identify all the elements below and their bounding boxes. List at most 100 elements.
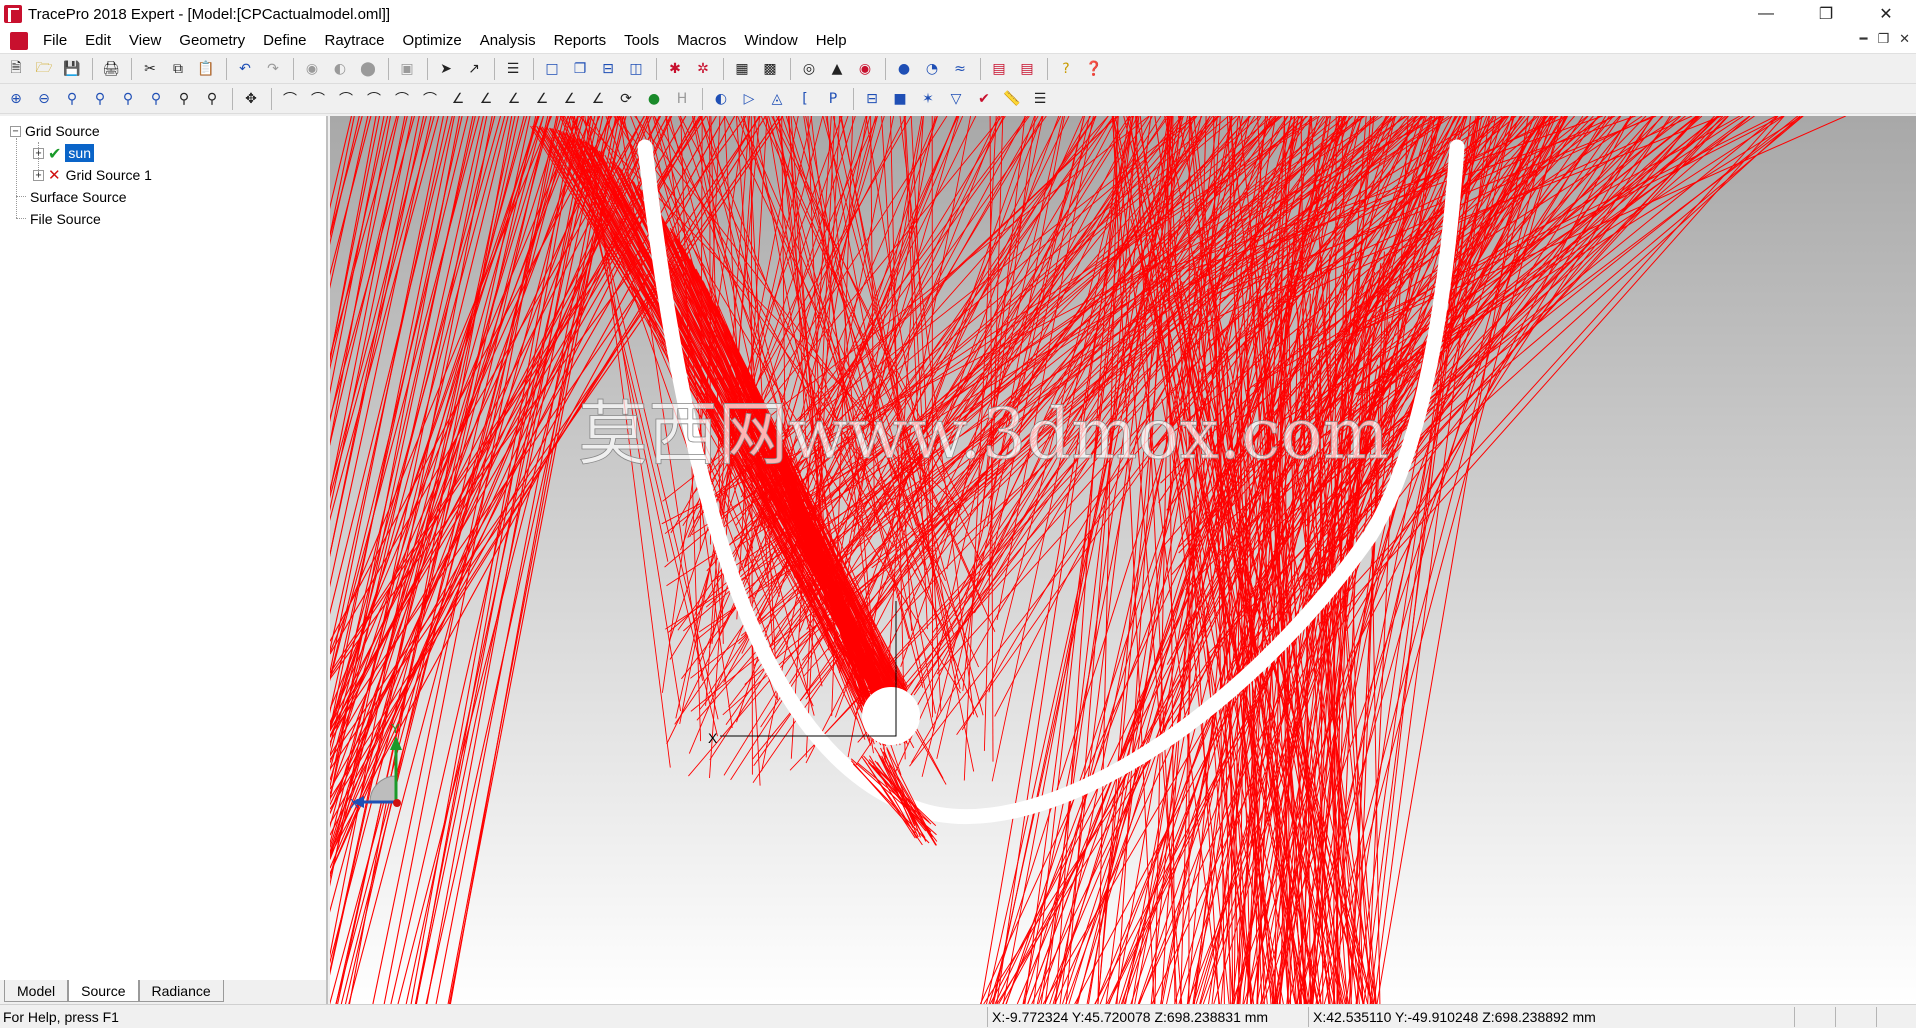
minimize-button[interactable]: — xyxy=(1736,0,1796,28)
new-file-button[interactable]: 🗎 xyxy=(3,57,29,81)
silhouette-button[interactable]: ◐ xyxy=(708,87,734,111)
outline-button[interactable]: ◬ xyxy=(764,87,790,111)
solid-button[interactable]: ■ xyxy=(887,87,913,111)
zoom-out-button[interactable]: ⊖ xyxy=(31,87,57,111)
view-zx-button[interactable]: ⌒ xyxy=(417,87,443,111)
mdi-minimize-icon[interactable]: ━ xyxy=(1860,31,1868,47)
paste-button[interactable]: 📋 xyxy=(193,57,219,81)
tree-node-file-source[interactable]: File Source xyxy=(30,208,101,230)
tree-node-sun[interactable]: + ✔ sun xyxy=(33,142,94,164)
grid-button[interactable]: ▦ xyxy=(729,57,755,81)
zoom-previous-button[interactable]: ⚲ xyxy=(143,87,169,111)
render-button[interactable]: ● xyxy=(641,87,667,111)
menu-reports[interactable]: Reports xyxy=(545,32,616,49)
undo-button[interactable]: ↶ xyxy=(232,57,258,81)
close-button[interactable]: ✕ xyxy=(1856,0,1916,28)
expand-icon[interactable]: + xyxy=(33,169,44,181)
menu-analysis[interactable]: Analysis xyxy=(471,32,545,49)
open-folder-button[interactable]: 🗁 xyxy=(31,57,57,81)
profile-button[interactable]: P xyxy=(820,87,846,111)
boolean-union-button[interactable]: ◉ xyxy=(299,57,325,81)
menu-optimize[interactable]: Optimize xyxy=(394,32,471,49)
mdi-close-icon[interactable]: ✕ xyxy=(1899,31,1910,47)
boolean-intersect-button[interactable]: ⬤ xyxy=(355,57,381,81)
model-viewport[interactable]: X 莫西网www.3dmox.com Y X xyxy=(330,116,1916,1004)
tree-node-grid-source[interactable]: − Grid Source xyxy=(10,120,100,142)
menu-edit[interactable]: Edit xyxy=(76,32,120,49)
slice-button[interactable]: ⊟ xyxy=(859,87,885,111)
axes-button[interactable]: ✶ xyxy=(915,87,941,111)
menu-file[interactable]: File xyxy=(34,32,76,49)
select-button[interactable]: ➤ xyxy=(433,57,459,81)
ray-sorting-button[interactable]: ≈ xyxy=(947,57,973,81)
view-iso3-button[interactable]: ∠ xyxy=(501,87,527,111)
zoom-in-button[interactable]: ⊕ xyxy=(3,87,29,111)
zoom-all-button[interactable]: ⚲ xyxy=(87,87,113,111)
expand-icon[interactable]: + xyxy=(33,147,44,159)
split-vertical-button[interactable]: ◫ xyxy=(623,57,649,81)
mdi-restore-icon[interactable]: ❐ xyxy=(1877,31,1889,47)
redo-button[interactable]: ↷ xyxy=(260,57,286,81)
menu-macros[interactable]: Macros xyxy=(668,32,735,49)
zoom-fit-button[interactable]: ⚲ xyxy=(199,87,225,111)
boolean-subtract-button[interactable]: ◐ xyxy=(327,57,353,81)
tab-model[interactable]: Model xyxy=(4,980,69,1002)
ruler-button[interactable]: 📏 xyxy=(999,87,1025,111)
ray-trace-button[interactable]: ✱ xyxy=(662,57,688,81)
print-button[interactable]: 🖨 xyxy=(98,57,124,81)
globe-button[interactable]: ◔ xyxy=(919,57,945,81)
3d-irradiance-button[interactable]: ▲ xyxy=(824,57,850,81)
view-yx-button[interactable]: ⌒ xyxy=(361,87,387,111)
menu-geometry[interactable]: Geometry xyxy=(170,32,254,49)
irradiance-map-button[interactable]: ▩ xyxy=(757,57,783,81)
split-horizontal-button[interactable]: ⊟ xyxy=(595,57,621,81)
menu-help[interactable]: Help xyxy=(807,32,856,49)
menu-tools[interactable]: Tools xyxy=(615,32,668,49)
opl-button[interactable]: ▤ xyxy=(1014,57,1040,81)
help-button[interactable]: ? xyxy=(1053,57,1079,81)
srt-button[interactable]: ▤ xyxy=(986,57,1012,81)
view-zy-button[interactable]: ⌒ xyxy=(389,87,415,111)
tree-node-surface-source[interactable]: Surface Source xyxy=(30,186,127,208)
zoom-selection-button[interactable]: ⚲ xyxy=(115,87,141,111)
copy-button[interactable]: ⧉ xyxy=(165,57,191,81)
save-button[interactable]: 💾 xyxy=(59,57,85,81)
checkmark-button[interactable]: ✔ xyxy=(971,87,997,111)
pan-button[interactable]: ✥ xyxy=(238,87,264,111)
rays-button[interactable]: ☰ xyxy=(1027,87,1053,111)
tracepro-app-icon[interactable] xyxy=(4,5,22,23)
wire-button[interactable]: [ xyxy=(792,87,818,111)
view-iso6-button[interactable]: ∠ xyxy=(585,87,611,111)
zoom-window-button[interactable]: ⚲ xyxy=(59,87,85,111)
tab-source[interactable]: Source xyxy=(68,980,139,1002)
view-iso2-button[interactable]: ∠ xyxy=(473,87,499,111)
properties-button[interactable]: ☰ xyxy=(500,57,526,81)
zoom-3d-button[interactable]: ⚲ xyxy=(171,87,197,111)
radiance-map-button[interactable]: ◉ xyxy=(852,57,878,81)
clip-button[interactable]: ▽ xyxy=(943,87,969,111)
disabled-x-icon[interactable]: ✕ xyxy=(48,166,61,184)
ray-trace-rev-button[interactable]: ✲ xyxy=(690,57,716,81)
menu-define[interactable]: Define xyxy=(254,32,315,49)
cascade-views-button[interactable]: ❐ xyxy=(567,57,593,81)
document-icon[interactable] xyxy=(10,31,28,50)
view-iso4-button[interactable]: ∠ xyxy=(529,87,555,111)
restore-button[interactable]: ❐ xyxy=(1796,0,1856,28)
view-iso5-button[interactable]: ∠ xyxy=(557,87,583,111)
tree-node-grid-source-1[interactable]: + ✕ Grid Source 1 xyxy=(33,164,152,186)
menu-window[interactable]: Window xyxy=(735,32,806,49)
tab-radiance[interactable]: Radiance xyxy=(138,980,224,1002)
enabled-check-icon[interactable]: ✔ xyxy=(48,144,61,163)
flat-button[interactable]: ▷ xyxy=(736,87,762,111)
polar-button[interactable]: ● xyxy=(891,57,917,81)
context-help-button[interactable]: ❓ xyxy=(1081,57,1107,81)
select-surface-button[interactable]: ↗ xyxy=(461,57,487,81)
view-xy-button[interactable]: ⌒ xyxy=(277,87,303,111)
hidden-line-button[interactable]: H xyxy=(669,87,695,111)
single-view-button[interactable]: □ xyxy=(539,57,565,81)
view-iso1-button[interactable]: ∠ xyxy=(445,87,471,111)
menu-raytrace[interactable]: Raytrace xyxy=(316,32,394,49)
candela-plot-button[interactable]: ◎ xyxy=(796,57,822,81)
cut-button[interactable]: ✂ xyxy=(137,57,163,81)
view-xz-button[interactable]: ⌒ xyxy=(333,87,359,111)
